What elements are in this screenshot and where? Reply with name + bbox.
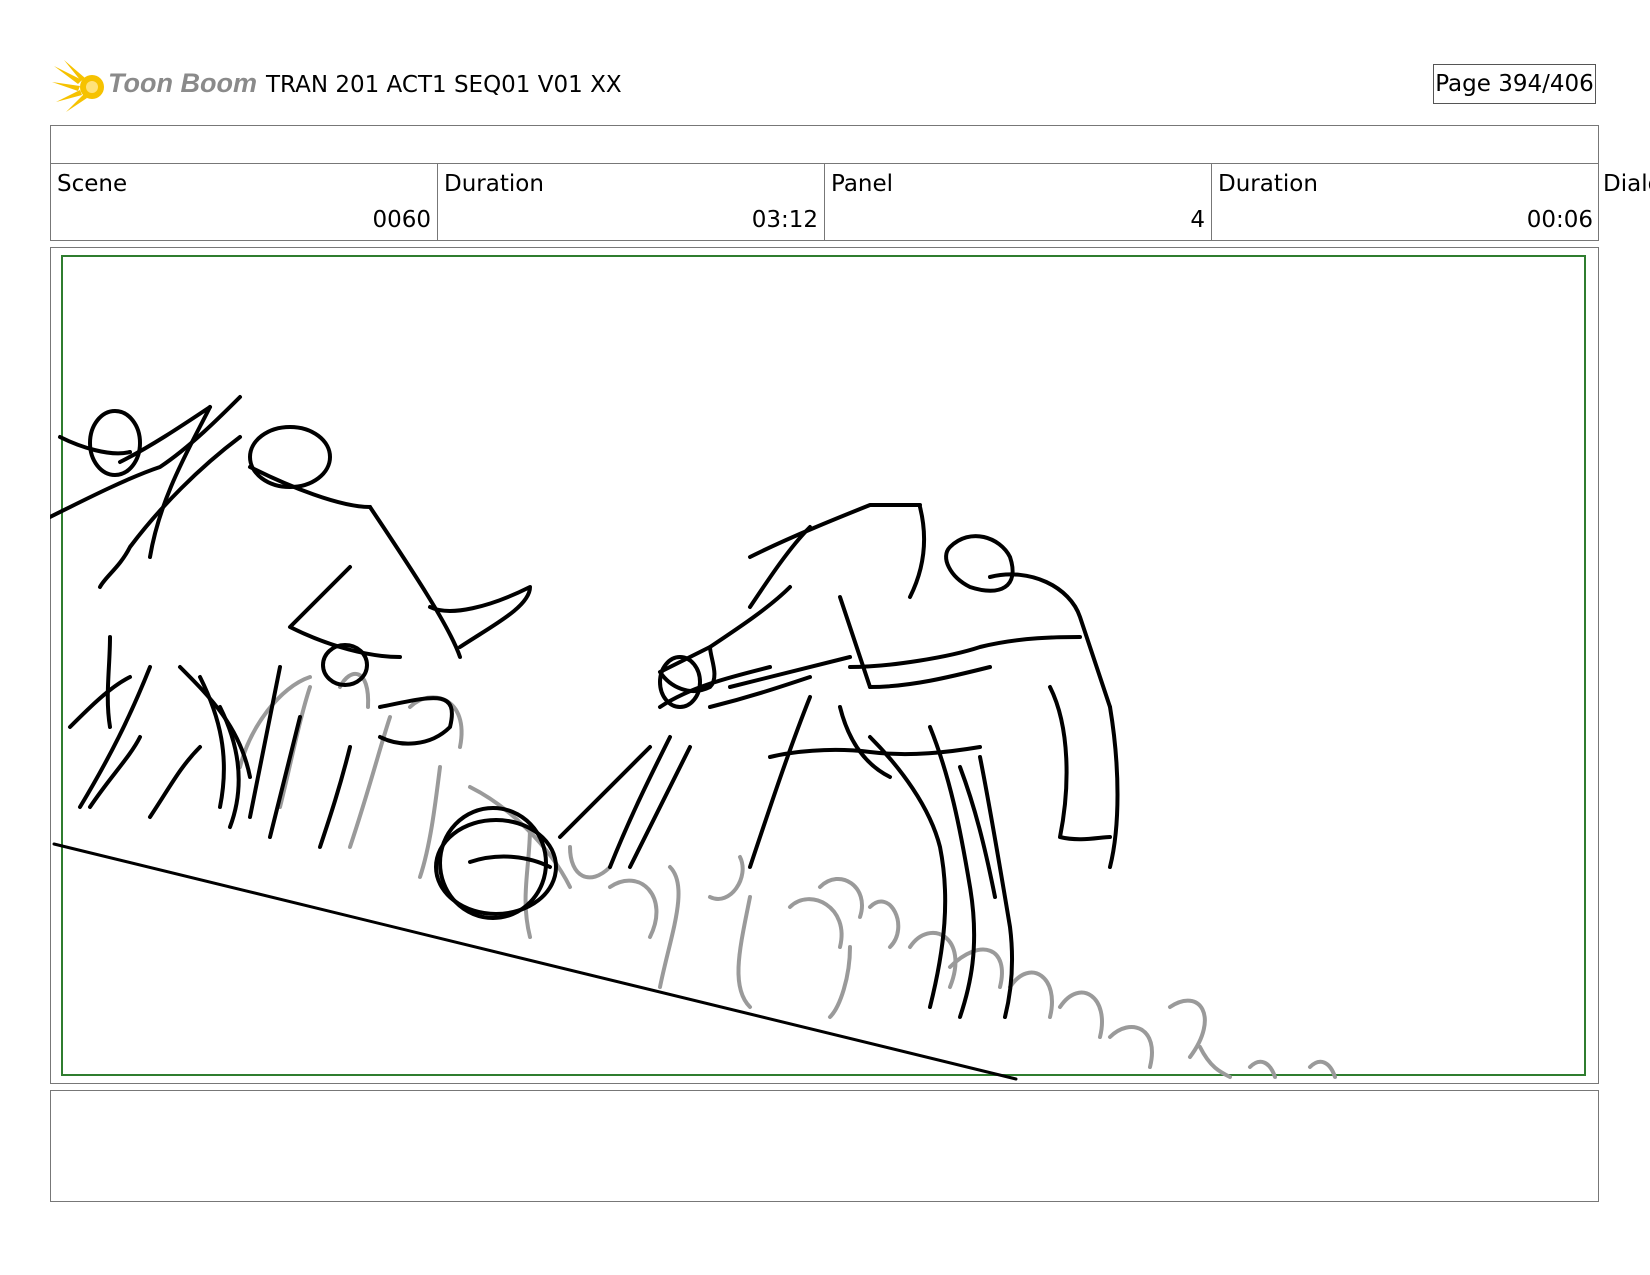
dialog-label: Dialo xyxy=(1603,171,1650,197)
panel-cell: Panel 4 xyxy=(825,163,1212,240)
toon-boom-logo: Toon Boom xyxy=(52,58,257,114)
logo-text: Toon Boom xyxy=(108,68,257,98)
scene-cell: Scene 0060 xyxy=(51,163,438,240)
scene-duration-value: 03:12 xyxy=(751,207,818,233)
page-indicator: Page 394/406 xyxy=(1433,64,1596,104)
panel-duration-value: 00:06 xyxy=(1526,207,1593,233)
panel-info-row: Scene 0060 Duration 03:12 Panel 4 Durati… xyxy=(50,163,1599,241)
document-title: TRAN 201 ACT1 SEQ01 V01 XX xyxy=(266,72,622,98)
toon-boom-star-icon xyxy=(52,60,104,112)
scene-duration-label: Duration xyxy=(444,171,544,197)
notes-box xyxy=(50,1090,1599,1202)
scene-duration-cell: Duration 03:12 xyxy=(438,163,825,240)
scene-label: Scene xyxy=(57,171,128,197)
panel-value: 4 xyxy=(1190,207,1205,233)
storyboard-sketch xyxy=(50,395,1337,1081)
header-blank-bar xyxy=(50,125,1599,164)
scene-value: 0060 xyxy=(372,207,431,233)
panel-label: Panel xyxy=(831,171,894,197)
panel-duration-cell: Duration 00:06 xyxy=(1212,163,1599,240)
panel-duration-label: Duration xyxy=(1218,171,1318,197)
